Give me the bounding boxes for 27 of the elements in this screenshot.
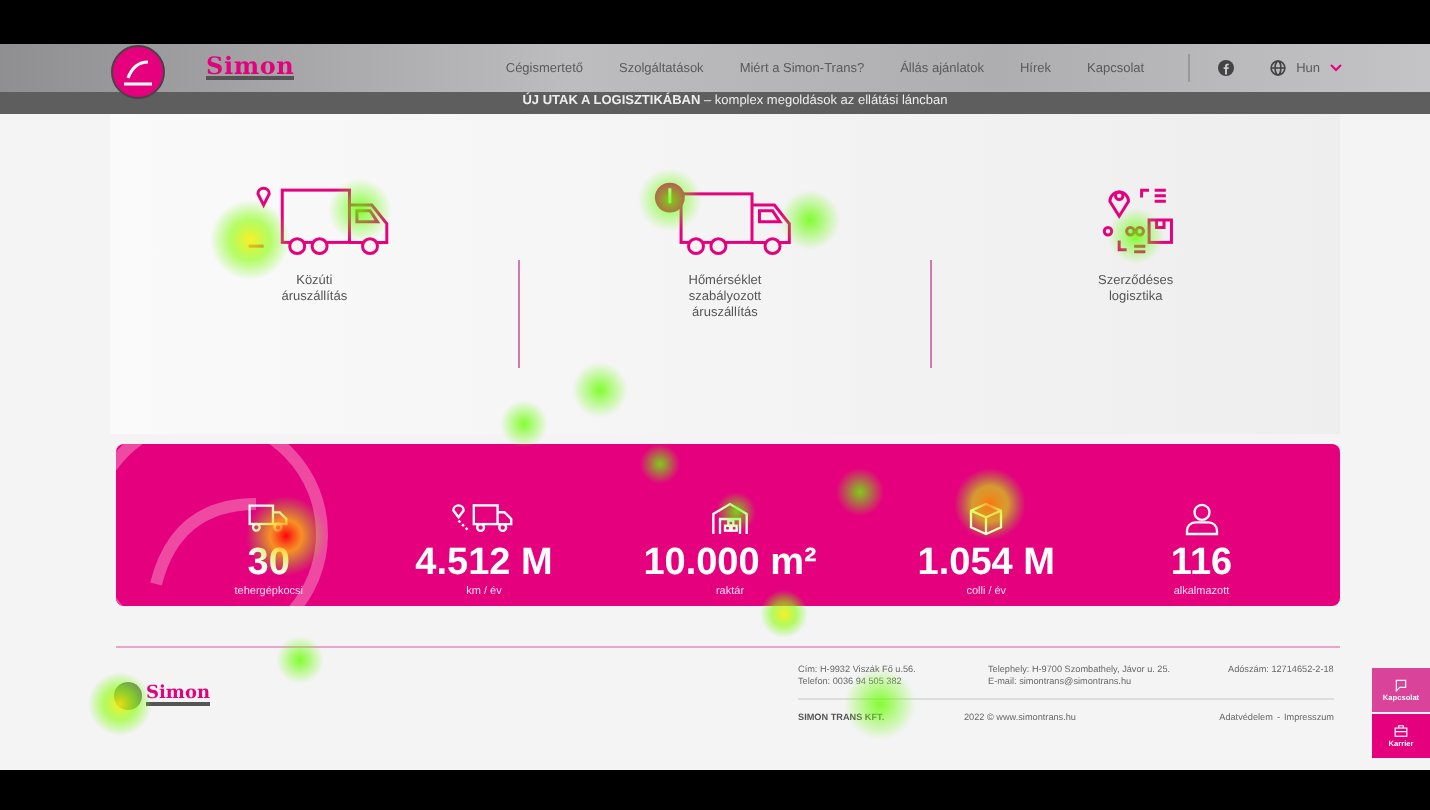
heatmap-spot — [1108, 208, 1164, 264]
heatmap-spot — [760, 590, 808, 638]
stat-value: 10.000 m² — [643, 542, 817, 586]
heatmap-spot — [640, 444, 680, 484]
caret-icon[interactable] — [1330, 64, 1342, 72]
heatmap-spot — [780, 190, 840, 250]
stat-value: 1.054 M — [917, 542, 1055, 586]
heatmap-spot — [836, 468, 884, 516]
stat-value: 30 — [247, 542, 290, 586]
globe-icon[interactable] — [1270, 60, 1287, 76]
heatmap-spot — [716, 492, 756, 532]
facebook-icon[interactable] — [1218, 60, 1235, 76]
pin-truck-icon — [450, 502, 518, 536]
heatmap-spot — [638, 168, 702, 232]
heatmap-spot — [954, 468, 1026, 540]
heatmap-spot — [328, 178, 392, 242]
heatmap-spot — [276, 636, 324, 684]
stat-value: 116 — [1170, 542, 1233, 586]
chat-icon — [1394, 678, 1408, 692]
person-icon — [1181, 502, 1222, 536]
heatmap-spot — [210, 200, 290, 280]
stat-value: 4.512 M — [415, 542, 553, 586]
heatmap-spot — [500, 400, 548, 448]
heatmap-spot — [246, 496, 326, 576]
logo-icon — [110, 44, 166, 100]
briefcase-icon — [1394, 724, 1408, 738]
heatmap-spot — [572, 362, 628, 418]
